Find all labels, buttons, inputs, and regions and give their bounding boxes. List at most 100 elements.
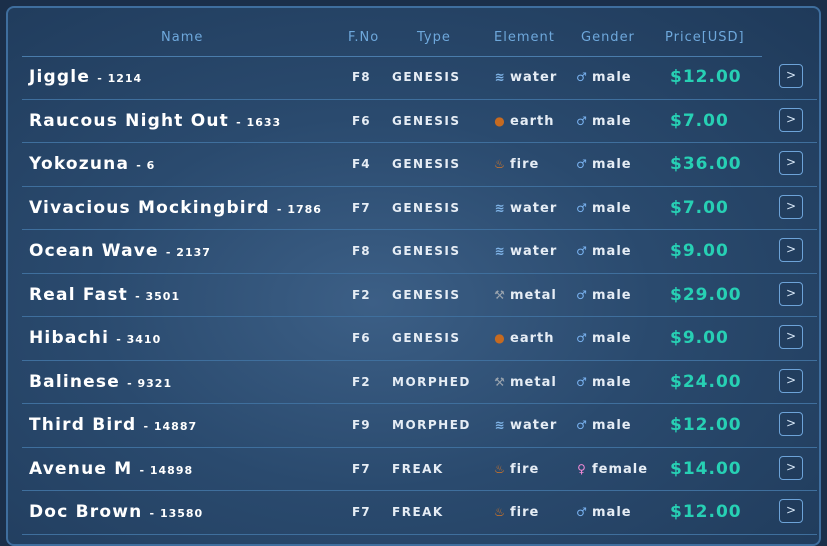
horse-type: GENESIS xyxy=(392,157,461,171)
male-icon: ♂ xyxy=(576,418,588,432)
horse-type: GENESIS xyxy=(392,70,461,84)
horse-id: - 6 xyxy=(136,159,156,172)
water-icon: ≋ xyxy=(494,244,506,258)
male-icon: ♂ xyxy=(576,244,588,258)
horse-element: ≋ water xyxy=(492,230,557,272)
horse-element: ⚒ metal xyxy=(492,274,557,316)
horse-fno: F6 xyxy=(352,113,371,128)
horse-name: Third Bird - 14887 xyxy=(29,415,198,435)
chevron-right-icon: > xyxy=(785,155,797,169)
chevron-right-icon: > xyxy=(785,372,797,387)
horse-list-panel: Name F.No Type Element Gender Price[USD]… xyxy=(6,6,821,546)
column-header-fno: F.No xyxy=(348,30,380,45)
horse-element: ≋ water xyxy=(492,56,557,98)
horse-id: - 2137 xyxy=(165,246,211,259)
fire-icon: ♨ xyxy=(494,505,506,519)
chevron-right-icon: > xyxy=(785,111,797,126)
horse-price: $29.00 xyxy=(670,284,742,305)
horse-fno: F8 xyxy=(352,244,371,258)
horse-price: $14.00 xyxy=(670,458,742,479)
horse-type: FREAK xyxy=(392,505,444,519)
horse-price: $24.00 xyxy=(670,371,742,392)
water-icon: ≋ xyxy=(494,418,506,432)
view-details-button[interactable]: > xyxy=(779,412,803,436)
male-icon: ♂ xyxy=(576,113,588,128)
horse-gender: ♂ male xyxy=(574,317,632,359)
horse-element: ≋ water xyxy=(492,187,557,229)
view-details-button[interactable]: > xyxy=(779,368,803,393)
view-details-button[interactable]: > xyxy=(779,151,803,175)
table-row: Real Fast - 3501 F2 GENESIS ⚒ metal ♂ male… xyxy=(22,274,817,317)
horse-name: Real Fast - 3501 xyxy=(29,284,181,305)
horse-gender: ♂ male xyxy=(574,143,632,185)
horse-price: $12.00 xyxy=(670,67,742,87)
horse-gender: ♂ male xyxy=(574,491,632,533)
chevron-right-icon: > xyxy=(785,459,797,474)
female-icon: ♀ xyxy=(577,461,587,476)
water-icon: ≋ xyxy=(494,200,506,215)
male-icon: ♂ xyxy=(576,157,588,171)
horse-id: - 1786 xyxy=(276,202,322,216)
horse-id: - 1633 xyxy=(236,115,282,129)
horse-id: - 14887 xyxy=(143,420,198,433)
horse-fno: F7 xyxy=(352,461,371,476)
table-header: Name F.No Type Element Gender Price[USD] xyxy=(22,28,762,57)
horse-gender: ♂ male xyxy=(574,100,632,142)
column-header-price: Price[USD] xyxy=(665,30,745,45)
table-row: Balinese - 9321 F2 MORPHED ⚒ metal ♂ male … xyxy=(22,361,817,404)
horse-name: Doc Brown - 13580 xyxy=(29,502,204,522)
view-details-button[interactable]: > xyxy=(779,64,803,88)
horse-name: Yokozuna - 6 xyxy=(29,154,156,174)
chevron-right-icon: > xyxy=(785,242,797,256)
horse-fno: F2 xyxy=(352,287,371,302)
table-row: Yokozuna - 6 F4 GENESIS ♨ fire ♂ male $36.… xyxy=(22,143,817,187)
horse-price: $9.00 xyxy=(670,241,729,261)
male-icon: ♂ xyxy=(576,70,588,84)
view-details-button[interactable]: > xyxy=(779,107,803,132)
hammer-icon: ⚒ xyxy=(494,374,506,389)
male-icon: ♂ xyxy=(576,374,588,389)
horse-name: Vivacious Mockingbird - 1786 xyxy=(29,197,322,218)
table-row: Vivacious Mockingbird - 1786 F7 GENESIS … xyxy=(22,187,817,230)
horse-price: $7.00 xyxy=(670,197,729,218)
chevron-right-icon: > xyxy=(785,329,797,343)
male-icon: ♂ xyxy=(576,287,588,302)
horse-gender: ♂ male xyxy=(574,274,632,316)
horse-gender: ♂ male xyxy=(574,361,632,403)
view-details-button[interactable]: > xyxy=(779,455,803,480)
horse-element: ♨ fire xyxy=(492,448,539,490)
earth-icon: ● xyxy=(494,331,506,345)
horse-price: $9.00 xyxy=(670,328,729,348)
column-header-element: Element xyxy=(494,30,555,45)
horse-fno: F2 xyxy=(352,374,371,389)
horse-gender: ♂ male xyxy=(574,404,632,446)
table-row: Avenue M - 14898 F7 FREAK ♨ fire ♀ female … xyxy=(22,448,817,491)
table-row: Doc Brown - 13580 F7 FREAK ♨ fire ♂ male $… xyxy=(22,491,817,535)
view-details-button[interactable]: > xyxy=(779,238,803,262)
column-header-name: Name xyxy=(161,30,204,45)
view-details-button[interactable]: > xyxy=(779,325,803,349)
earth-icon: ● xyxy=(494,113,506,128)
fire-icon: ♨ xyxy=(494,157,506,171)
chevron-right-icon: > xyxy=(785,503,797,517)
horse-name: Avenue M - 14898 xyxy=(29,458,194,479)
chevron-right-icon: > xyxy=(785,416,797,430)
horse-price: $36.00 xyxy=(670,154,742,174)
horse-gender: ♂ male xyxy=(574,187,632,229)
horse-price: $12.00 xyxy=(670,415,742,435)
view-details-button[interactable]: > xyxy=(779,194,803,219)
chevron-right-icon: > xyxy=(785,285,797,300)
horse-type: GENESIS xyxy=(392,331,461,345)
horse-fno: F7 xyxy=(352,505,371,519)
horse-type: FREAK xyxy=(392,461,444,476)
horse-price: $7.00 xyxy=(670,110,729,131)
horse-type: MORPHED xyxy=(392,418,471,432)
view-details-button[interactable]: > xyxy=(779,499,803,523)
horse-name: Raucous Night Out - 1633 xyxy=(29,110,282,131)
horse-id: - 9321 xyxy=(127,376,173,390)
fire-icon: ♨ xyxy=(494,461,506,476)
view-details-button[interactable]: > xyxy=(779,281,803,306)
hammer-icon: ⚒ xyxy=(494,287,506,302)
male-icon: ♂ xyxy=(576,331,588,345)
horse-element: ⚒ metal xyxy=(492,361,557,403)
